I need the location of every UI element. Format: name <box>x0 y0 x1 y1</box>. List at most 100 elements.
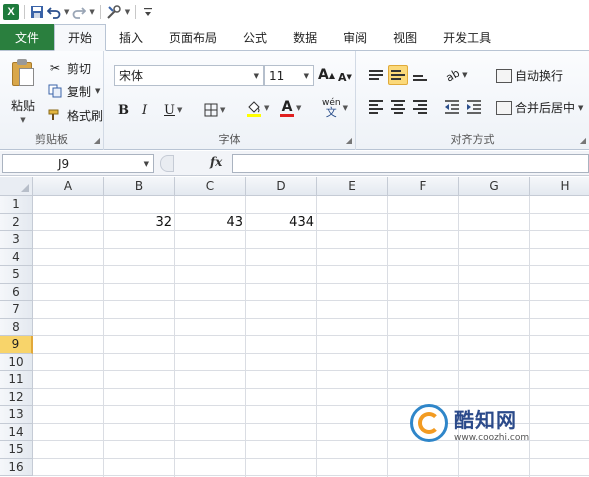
customize-qat-icon[interactable] <box>141 3 155 21</box>
align-left-button[interactable] <box>366 97 386 117</box>
merge-center-button[interactable]: 合并后居中 ▼ <box>496 99 583 116</box>
italic-button[interactable]: I <box>142 100 147 120</box>
font-launcher-icon[interactable]: ◢ <box>346 136 352 145</box>
grow-font-button[interactable]: A ▲ <box>318 65 335 85</box>
save-icon[interactable] <box>30 3 44 21</box>
borders-icon <box>204 103 218 117</box>
paste-dropdown-icon[interactable]: ▼ <box>20 116 25 124</box>
column-header-c[interactable]: C <box>175 177 246 196</box>
tools-icon[interactable] <box>106 3 122 21</box>
font-size-select[interactable]: 11 ▼ <box>264 65 314 86</box>
underline-button[interactable]: U ▼ <box>164 100 182 120</box>
column-header-a[interactable]: A <box>33 177 104 196</box>
align-right-button[interactable] <box>410 97 430 117</box>
column-header-b[interactable]: B <box>104 177 175 196</box>
name-box-dropdown-icon[interactable]: ▼ <box>144 160 149 168</box>
tab-insert[interactable]: 插入 <box>106 24 156 50</box>
font-name-select[interactable]: 宋体 ▼ <box>114 65 264 86</box>
column-header-g[interactable]: G <box>459 177 530 196</box>
row-header-3[interactable]: 3 <box>0 231 33 249</box>
cell-b2[interactable]: 32 <box>104 214 174 231</box>
scissors-icon: ✂ <box>49 61 61 75</box>
row-header-2[interactable]: 2 <box>0 213 33 231</box>
tab-formulas[interactable]: 公式 <box>230 24 280 50</box>
column-header-d[interactable]: D <box>246 177 317 196</box>
font-group-label: 字体 <box>218 133 241 146</box>
clipboard-launcher-icon[interactable]: ◢ <box>94 136 100 145</box>
shrink-font-button[interactable]: A ▼ <box>338 67 352 87</box>
row-header-7[interactable]: 7 <box>0 301 33 319</box>
borders-dropdown-icon[interactable]: ▼ <box>220 106 225 114</box>
fill-color-button[interactable]: ▼ <box>246 98 269 118</box>
row-header-9[interactable]: 9 <box>0 336 33 354</box>
row-header-1[interactable]: 1 <box>0 196 33 214</box>
column-header-h[interactable]: H <box>530 177 589 196</box>
tab-file[interactable]: 文件 <box>0 24 54 50</box>
borders-button[interactable]: ▼ <box>204 100 225 120</box>
row-header-8[interactable]: 8 <box>0 318 33 336</box>
top-align-button[interactable] <box>366 65 386 85</box>
undo-dropdown-icon[interactable]: ▼ <box>64 8 69 16</box>
row-header-13[interactable]: 13 <box>0 406 33 424</box>
middle-align-button[interactable] <box>388 65 408 85</box>
phonetic-button[interactable]: wén 文 ▼ <box>322 98 348 119</box>
gridline-vertical <box>316 196 317 477</box>
alignment-launcher-icon[interactable]: ◢ <box>580 136 586 145</box>
tab-view[interactable]: 视图 <box>380 24 430 50</box>
tab-page-layout[interactable]: 页面布局 <box>156 24 230 50</box>
row-header-5[interactable]: 5 <box>0 266 33 284</box>
row-header-16[interactable]: 16 <box>0 458 33 476</box>
gridline-vertical <box>245 196 246 477</box>
increase-indent-button[interactable] <box>464 97 484 117</box>
row-header-11[interactable]: 11 <box>0 371 33 389</box>
orientation-dropdown-icon[interactable]: ▼ <box>462 71 467 79</box>
insert-function-button[interactable]: fx <box>210 155 222 169</box>
row-header-12[interactable]: 12 <box>0 388 33 406</box>
tab-home[interactable]: 开始 <box>54 24 107 51</box>
tab-data[interactable]: 数据 <box>280 24 330 50</box>
phonetic-dropdown-icon[interactable]: ▼ <box>343 104 348 112</box>
wrap-text-button[interactable]: 自动换行 <box>496 67 563 84</box>
copy-button[interactable]: 复制 ▼ <box>47 82 100 100</box>
format-painter-button[interactable]: 格式刷 <box>47 106 103 124</box>
formula-input[interactable] <box>232 154 589 173</box>
row-header-10[interactable]: 10 <box>0 353 33 371</box>
bold-button[interactable]: B <box>118 100 129 120</box>
gridline-horizontal <box>33 317 589 319</box>
gridline-horizontal <box>33 265 589 266</box>
tools-dropdown-icon[interactable]: ▼ <box>125 8 130 16</box>
font-color-dropdown-icon[interactable]: ▼ <box>296 104 301 112</box>
increase-indent-icon <box>467 100 481 114</box>
redo-icon[interactable] <box>72 3 87 21</box>
redo-dropdown-icon[interactable]: ▼ <box>89 8 94 16</box>
excel-logo-icon[interactable]: X <box>3 4 19 20</box>
column-header-f[interactable]: F <box>388 177 459 196</box>
bottom-align-button[interactable] <box>410 65 430 85</box>
row-header-15[interactable]: 15 <box>0 441 33 459</box>
cell-d2[interactable]: 434 <box>246 214 316 231</box>
cut-button[interactable]: ✂ 剪切 <box>47 59 91 77</box>
tab-review[interactable]: 审阅 <box>330 24 380 50</box>
paste-button[interactable]: 粘贴 ▼ <box>6 57 40 129</box>
fill-color-dropdown-icon[interactable]: ▼ <box>264 104 269 112</box>
gridline-vertical <box>174 196 175 477</box>
decrease-indent-button[interactable] <box>442 97 462 117</box>
column-header-e[interactable]: E <box>317 177 388 196</box>
copy-dropdown-icon[interactable]: ▼ <box>95 87 100 95</box>
row-header-6[interactable]: 6 <box>0 283 33 301</box>
formula-bar-splitter[interactable] <box>160 155 174 172</box>
name-box[interactable]: J9 ▼ <box>2 154 154 173</box>
font-group: 宋体 ▼ 11 ▼ A ▲ A ▼ B I U ▼ ▼ ▼ A ▼ wén 文 … <box>104 51 356 150</box>
row-header-4[interactable]: 4 <box>0 248 33 266</box>
select-all-button[interactable] <box>0 177 33 196</box>
align-center-button[interactable] <box>388 97 408 117</box>
undo-icon[interactable] <box>47 3 61 21</box>
row-header-14[interactable]: 14 <box>0 423 33 441</box>
tab-developer[interactable]: 开发工具 <box>430 24 504 50</box>
merge-center-dropdown-icon[interactable]: ▼ <box>578 104 583 112</box>
cell-c2[interactable]: 43 <box>175 214 245 231</box>
underline-dropdown-icon[interactable]: ▼ <box>177 106 182 114</box>
orientation-button[interactable]: ab ▼ <box>442 65 472 85</box>
underline-icon: U <box>164 102 175 118</box>
font-color-button[interactable]: A ▼ <box>280 98 301 118</box>
